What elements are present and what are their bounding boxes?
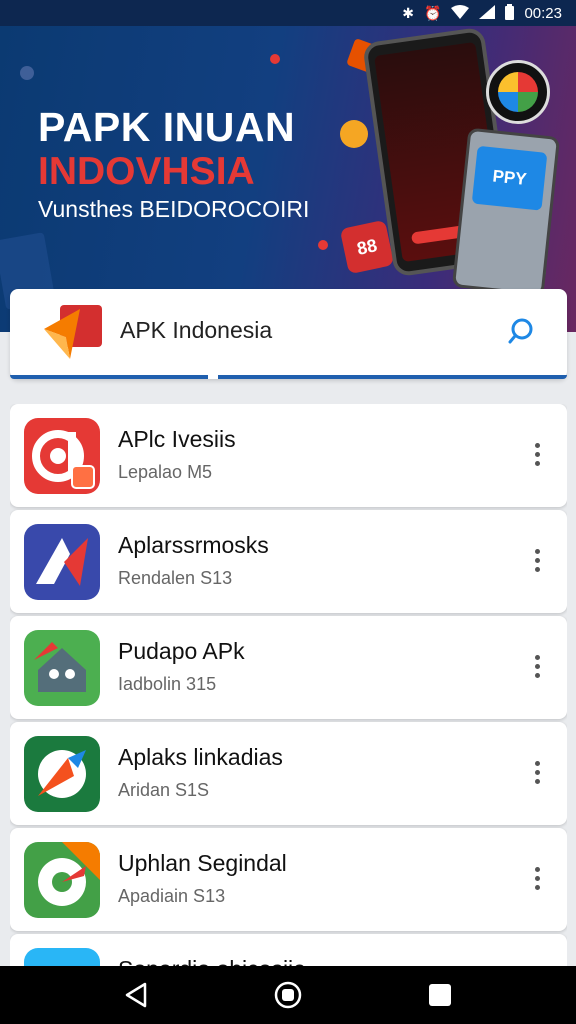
app-subtitle: Rendalen S13 bbox=[118, 568, 233, 588]
app-icon-greenorange bbox=[24, 842, 100, 918]
list-item[interactable]: Aplaks linkadias Aridan S1S bbox=[10, 722, 567, 825]
search-underline bbox=[10, 375, 567, 379]
banner-title: PAPK INUAN bbox=[38, 104, 296, 150]
more-options-icon[interactable] bbox=[525, 858, 549, 898]
search-input[interactable]: APK Indonesia bbox=[120, 317, 272, 344]
decoration-dot bbox=[318, 240, 328, 250]
app-subtitle: Apadiain S13 bbox=[118, 886, 226, 906]
banner-subtitle: Vunsthes BEIDOROCOIRI bbox=[38, 196, 310, 222]
list-item[interactable]: Pudapo APk Iadbolin 315 bbox=[10, 616, 567, 719]
banner-title-highlight: INDOVHSIA bbox=[38, 150, 255, 193]
app-icon-lightblue bbox=[24, 948, 100, 966]
home-button[interactable] bbox=[258, 971, 318, 1019]
app-subtitle: Aridan S1S bbox=[118, 780, 210, 800]
more-options-icon[interactable] bbox=[525, 646, 549, 686]
recents-button[interactable] bbox=[410, 971, 470, 1019]
home-icon bbox=[274, 981, 302, 1009]
app-name: Pudapo APk bbox=[118, 638, 245, 664]
more-options-icon[interactable] bbox=[525, 434, 549, 474]
decoration-dot bbox=[270, 54, 280, 64]
list-item[interactable]: APlc Ivesiis Lepalao M5 bbox=[10, 404, 567, 507]
signal-icon bbox=[479, 5, 496, 21]
app-icon-blue bbox=[24, 524, 100, 600]
decoration-dot bbox=[340, 120, 368, 148]
app-icon-red bbox=[24, 418, 100, 494]
device-illustration: PPY bbox=[451, 127, 561, 297]
search-button[interactable] bbox=[503, 313, 539, 349]
list-item[interactable]: Sopardio ohicosiie bbox=[10, 934, 567, 966]
color-wheel-icon bbox=[498, 72, 538, 112]
status-bar: ✱ ⏰ 00:23 bbox=[0, 0, 576, 26]
device-label: PPY bbox=[471, 145, 548, 211]
more-options-icon[interactable] bbox=[525, 540, 549, 580]
app-icon-darkgreen bbox=[24, 736, 100, 812]
app-name: Aplaks linkadias bbox=[118, 744, 283, 770]
status-time: 00:23 bbox=[524, 4, 562, 22]
apk-logo-icon bbox=[44, 305, 102, 359]
app-icon-green bbox=[24, 630, 100, 706]
banner-badge: 88 bbox=[339, 219, 395, 275]
decoration-dot bbox=[20, 66, 34, 80]
app-name: Uphlan Segindal bbox=[118, 850, 287, 876]
more-options-icon[interactable] bbox=[525, 752, 549, 792]
search-icon bbox=[508, 318, 533, 344]
app-name: Sopardio ohicosiie bbox=[118, 956, 306, 966]
alarm-icon: ⏰ bbox=[424, 5, 442, 21]
system-nav-bar bbox=[0, 966, 576, 1024]
back-button[interactable] bbox=[106, 971, 166, 1019]
wifi-icon bbox=[451, 5, 470, 21]
app-subtitle: Iadbolin 315 bbox=[118, 674, 217, 694]
hero-banner: PAPK INUAN INDOVHSIA Vunsthes BEIDOROCOI… bbox=[0, 26, 576, 332]
list-item[interactable]: Uphlan Segindal Apadiain S13 bbox=[10, 828, 567, 931]
battery-icon bbox=[505, 4, 515, 22]
app-name: Aplarssrmosks bbox=[118, 532, 269, 558]
underline-gap bbox=[208, 375, 218, 379]
app-name: APlc Ivesiis bbox=[118, 426, 236, 452]
app-subtitle: Lepalao M5 bbox=[118, 462, 213, 482]
recents-icon bbox=[429, 984, 451, 1006]
disc-illustration bbox=[486, 60, 550, 124]
back-icon bbox=[125, 982, 147, 1008]
bluetooth-icon: ✱ bbox=[402, 5, 415, 21]
search-bar[interactable]: APK Indonesia bbox=[10, 289, 567, 379]
app-list: APlc Ivesiis Lepalao M5 Aplarssrmosks Re… bbox=[10, 404, 567, 966]
list-item[interactable]: Aplarssrmosks Rendalen S13 bbox=[10, 510, 567, 613]
